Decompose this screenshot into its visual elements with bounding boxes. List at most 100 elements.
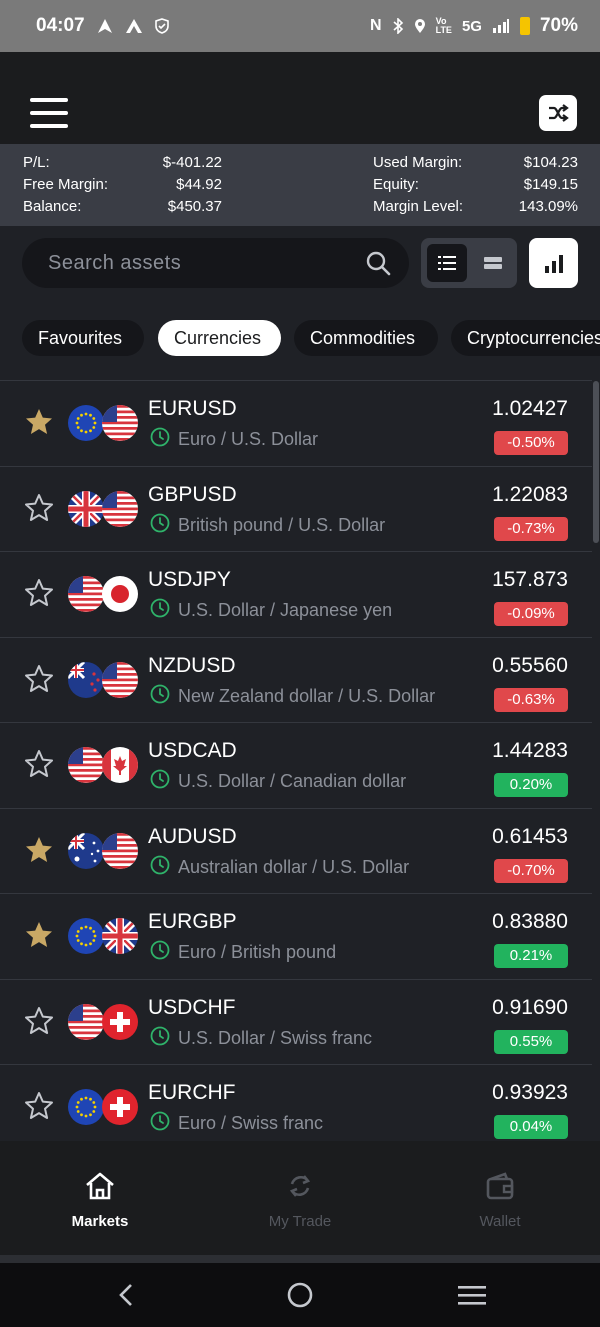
nav-wallet[interactable]: Wallet (440, 1171, 560, 1230)
refresh-icon (289, 1175, 311, 1197)
signal-icon (492, 19, 509, 33)
top-app-bar (0, 52, 600, 144)
nav-markets[interactable]: Markets (40, 1171, 160, 1230)
asset-symbol: EURCHF (148, 1081, 236, 1104)
change-badge: 0.55% (494, 1029, 568, 1054)
star-outline-icon[interactable] (24, 578, 54, 613)
eu-flag-icon (68, 1089, 104, 1125)
asset-price: 157.873 (492, 568, 568, 591)
clock-icon (150, 769, 170, 794)
tab-favourites[interactable]: Favourites (22, 320, 144, 356)
us-flag-icon (68, 1003, 104, 1040)
us-flag-icon (68, 747, 104, 783)
battery-percent: 70% (539, 15, 578, 36)
location-icon (414, 19, 425, 33)
us-flag-icon (102, 490, 138, 527)
asset-price: 1.02427 (492, 397, 568, 420)
scrollbar[interactable] (593, 381, 599, 543)
asset-description: Euro / Swiss franc (150, 1111, 323, 1136)
status-bar: 04:07 N Vo LTE 5G 70% (0, 0, 600, 52)
used-margin-label: Used Margin: (373, 154, 463, 171)
star-outline-icon[interactable] (24, 664, 54, 699)
change-badge: 0.04% (494, 1115, 568, 1139)
bluetooth-icon (393, 18, 403, 34)
status-time: 04:07 (36, 15, 85, 36)
recents-icon[interactable] (458, 1283, 486, 1307)
nav-my-trade[interactable]: My Trade (240, 1171, 360, 1230)
asset-price: 0.83880 (492, 910, 568, 933)
bar-chart-icon (544, 255, 563, 273)
margin-level-label: Margin Level: (373, 198, 464, 215)
network-type: 5G (461, 17, 482, 35)
asset-price: 0.55560 (492, 653, 568, 677)
tab-currencies[interactable]: Currencies (158, 320, 281, 356)
used-margin-value: $104.23 (523, 154, 578, 171)
star-outline-icon[interactable] (24, 493, 54, 528)
au-flag-icon (68, 832, 104, 869)
change-badge: 0.21% (494, 944, 568, 968)
asset-row-nzdusd[interactable]: NZDUSD New Zealand dollar / U.S. Dollar 0.… (0, 636, 592, 723)
star-filled-icon[interactable] (24, 407, 54, 442)
compact-list-icon (484, 257, 502, 269)
shuffle-icon (549, 104, 569, 122)
asset-row-usdchf[interactable]: USDCHF U.S. Dollar / Swiss franc 0.91690 0.… (0, 978, 592, 1065)
tab-cryptocurrencies[interactable]: Cryptocurrencies (451, 320, 600, 356)
back-icon[interactable] (116, 1283, 136, 1307)
asset-symbol: EURUSD (148, 397, 237, 420)
asset-row-eurgbp[interactable]: EURGBP Euro / British pound 0.83880 0.21% (0, 893, 592, 979)
free-margin-value: $44.92 (176, 176, 222, 193)
ca-flag-icon (102, 747, 138, 783)
chart-view-button[interactable] (529, 238, 578, 288)
pl-value: $-401.22 (162, 154, 222, 171)
home-icon (86, 1172, 114, 1200)
ch-flag-icon (102, 1089, 138, 1125)
shield-icon (154, 18, 169, 34)
asset-name: Euro / Swiss franc (178, 1113, 324, 1133)
asset-row-eurusd[interactable]: EURUSD Euro / U.S. Dollar 1.02427 -0.50% (0, 380, 592, 466)
change-badge: -0.73% (494, 516, 568, 541)
asset-symbol: NZDUSD (148, 653, 236, 677)
asset-symbol: USDCHF (148, 995, 236, 1019)
home-circle-icon[interactable] (286, 1281, 314, 1309)
asset-description: U.S. Dollar / Japanese yen (150, 598, 392, 623)
asset-symbol: USDCAD (148, 739, 237, 762)
asset-price: 0.91690 (492, 995, 568, 1019)
asset-row-usdjpy[interactable]: USDJPY U.S. Dollar / Japanese yen 157.873 -… (0, 551, 592, 637)
asset-description: Euro / U.S. Dollar (150, 427, 318, 452)
asset-row-usdcad[interactable]: USDCAD U.S. Dollar / Canadian dollar 1.442… (0, 722, 592, 808)
search-icon[interactable] (365, 250, 391, 276)
tab-commodities[interactable]: Commodities (294, 320, 438, 356)
search-input[interactable]: Search assets (22, 238, 409, 288)
search-placeholder: Search assets (48, 252, 182, 274)
shuffle-button[interactable] (539, 95, 577, 131)
ch-flag-icon (102, 1003, 138, 1040)
change-badge: 0.20% (494, 773, 568, 797)
asset-price: 1.44283 (492, 739, 568, 762)
asset-price: 0.93923 (492, 1081, 568, 1104)
star-filled-icon[interactable] (24, 920, 54, 955)
margin-level-value: 143.09% (518, 198, 578, 215)
menu-icon[interactable] (30, 98, 68, 128)
star-outline-icon[interactable] (24, 749, 54, 784)
star-filled-icon[interactable] (24, 835, 54, 870)
asset-name: Australian dollar / U.S. Dollar (178, 856, 410, 877)
asset-row-gbpusd[interactable]: GBPUSD British pound / U.S. Dollar 1.22083… (0, 465, 592, 552)
balance-label: Balance: (23, 198, 82, 215)
change-badge: -0.63% (494, 687, 568, 712)
compact-view-button[interactable] (473, 244, 513, 282)
clock-icon (150, 1111, 170, 1136)
us-flag-icon (102, 661, 138, 698)
battery-icon (519, 17, 530, 35)
asset-name: U.S. Dollar / Canadian dollar (178, 771, 407, 791)
free-margin-label: Free Margin: (23, 176, 109, 193)
uk-flag-icon (68, 490, 104, 527)
clock-icon (150, 427, 170, 452)
asset-row-eurchf[interactable]: EURCHF Euro / Swiss franc 0.93923 0.04% (0, 1064, 592, 1150)
list-view-button[interactable] (427, 244, 467, 282)
star-outline-icon[interactable] (24, 1091, 54, 1126)
star-outline-icon[interactable] (24, 1006, 54, 1041)
clock-icon (150, 1026, 170, 1051)
asset-description: U.S. Dollar / Canadian dollar (150, 769, 406, 794)
nav-divider (0, 1255, 600, 1263)
asset-row-audusd[interactable]: AUDUSD Australian dollar / U.S. Dollar 0.6… (0, 807, 592, 894)
